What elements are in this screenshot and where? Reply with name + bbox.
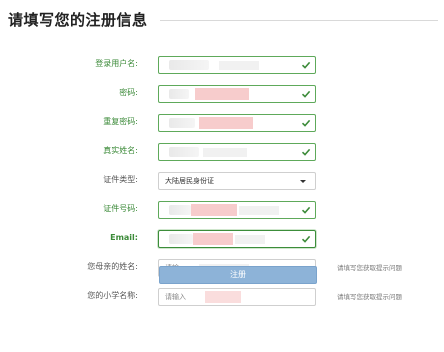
redacted-value bbox=[193, 233, 233, 245]
section-header: 请填写您的注册信息 bbox=[8, 6, 438, 32]
primary-school-hint: 请填写您获取提示问题 bbox=[337, 293, 402, 301]
primary-school-label: 您的小学名称: bbox=[87, 291, 138, 300]
redacted-value bbox=[169, 205, 191, 215]
username-input[interactable] bbox=[158, 56, 316, 74]
redacted-value bbox=[169, 147, 199, 157]
form-row-id-number: 证件号码: bbox=[0, 199, 444, 228]
page-title: 请填写您的注册信息 bbox=[8, 10, 148, 29]
check-icon bbox=[301, 148, 311, 156]
primary-school-input[interactable]: 请输入 bbox=[158, 288, 316, 306]
primary-school-placeholder: 请输入 bbox=[165, 293, 186, 301]
form-row-primary-school: 您的小学名称: 请输入 请填写您获取提示问题 bbox=[0, 286, 444, 315]
confirm-password-label: 重复密码: bbox=[103, 117, 138, 126]
check-icon bbox=[301, 61, 311, 69]
check-icon bbox=[301, 235, 311, 243]
password-input[interactable] bbox=[158, 85, 316, 103]
redacted-value bbox=[205, 291, 241, 303]
confirm-password-input[interactable] bbox=[158, 114, 316, 132]
redacted-value bbox=[203, 148, 247, 157]
id-number-input[interactable] bbox=[158, 201, 316, 219]
redacted-value bbox=[191, 204, 237, 216]
form-row-email: Email: bbox=[0, 228, 444, 257]
id-type-selected-value: 大陆居民身份证 bbox=[165, 177, 214, 185]
mother-name-label: 您母亲的姓名: bbox=[87, 262, 138, 271]
username-label: 登录用户名: bbox=[95, 59, 138, 68]
form-row-confirm-password: 重复密码: bbox=[0, 112, 444, 141]
redacted-value bbox=[169, 234, 193, 244]
id-number-label: 证件号码: bbox=[103, 204, 138, 213]
redacted-value bbox=[169, 60, 209, 70]
form-row-real-name: 真实姓名: bbox=[0, 141, 444, 170]
redacted-value bbox=[195, 88, 249, 100]
mother-name-hint: 请填写您获取提示问题 bbox=[337, 264, 402, 272]
form-row-username: 登录用户名: bbox=[0, 54, 444, 83]
registration-page: 请填写您的注册信息 登录用户名: 密码: 重复密码: 真实姓名: 证件类型: 大… bbox=[0, 0, 444, 352]
redacted-value bbox=[169, 118, 195, 128]
password-label: 密码: bbox=[119, 88, 138, 97]
redacted-value bbox=[239, 206, 279, 215]
caret-down-icon bbox=[300, 180, 306, 183]
header-divider bbox=[159, 19, 438, 21]
check-icon bbox=[301, 90, 311, 98]
check-icon bbox=[301, 206, 311, 214]
email-input[interactable] bbox=[158, 230, 316, 248]
id-type-label: 证件类型: bbox=[103, 175, 138, 184]
check-icon bbox=[301, 119, 311, 127]
email-label: Email: bbox=[110, 233, 138, 242]
real-name-input[interactable] bbox=[158, 143, 316, 161]
redacted-value bbox=[235, 235, 265, 244]
redacted-value bbox=[169, 89, 189, 99]
register-button[interactable]: 注册 bbox=[159, 266, 317, 284]
form-row-id-type: 证件类型: 大陆居民身份证 bbox=[0, 170, 444, 199]
form-row-password: 密码: bbox=[0, 83, 444, 112]
real-name-label: 真实姓名: bbox=[103, 146, 138, 155]
id-type-select[interactable]: 大陆居民身份证 bbox=[158, 172, 316, 190]
redacted-value bbox=[199, 117, 253, 129]
redacted-value bbox=[219, 61, 259, 70]
